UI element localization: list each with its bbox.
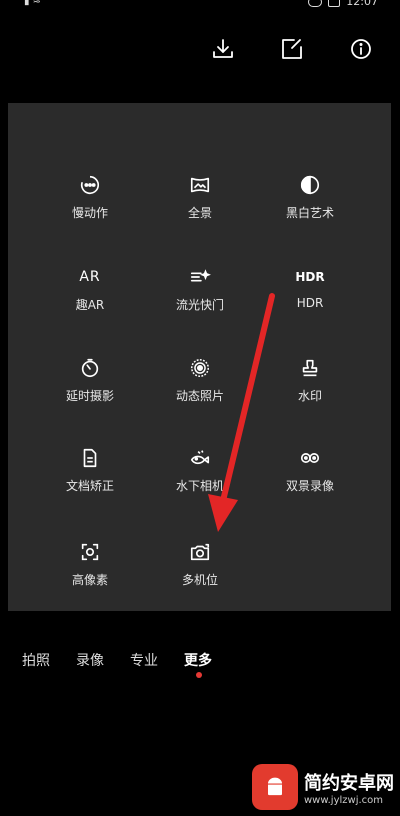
panorama-icon bbox=[187, 172, 213, 198]
status-bar: ▮ ≈ 12:07 bbox=[0, 0, 400, 10]
mode-label: 双景录像 bbox=[285, 479, 334, 493]
mode-label: 延时摄影 bbox=[65, 389, 114, 403]
document-icon bbox=[77, 445, 103, 471]
underwater-fish-icon bbox=[187, 445, 213, 471]
mode-moving-picture[interactable]: 动态照片 bbox=[145, 355, 255, 415]
ar-icon: AR bbox=[79, 269, 101, 285]
battery-icon bbox=[328, 0, 341, 7]
mode-label: 慢动作 bbox=[71, 206, 108, 220]
tab-video[interactable]: 录像 bbox=[76, 650, 104, 670]
watermark-url: www.jylzwj.com bbox=[304, 794, 384, 806]
mode-multi-camera[interactable]: 多机位 bbox=[145, 539, 255, 599]
timelapse-icon bbox=[77, 355, 103, 381]
mode-label: 文档矫正 bbox=[65, 479, 114, 493]
monochrome-icon bbox=[297, 172, 323, 198]
mode-label: 全景 bbox=[187, 206, 212, 220]
mode-label: 趣AR bbox=[75, 298, 105, 312]
mode-dual-view[interactable]: 双景录像 bbox=[255, 445, 365, 505]
dual-view-icon bbox=[297, 445, 323, 471]
mode-panorama[interactable]: 全景 bbox=[145, 172, 255, 232]
tab-photo[interactable]: 拍照 bbox=[22, 650, 50, 670]
mode-hdr[interactable]: HDR HDR bbox=[255, 264, 365, 324]
mode-monochrome[interactable]: 黑白艺术 bbox=[255, 172, 365, 232]
mode-underwater[interactable]: 水下相机 bbox=[145, 445, 255, 505]
mode-label: 流光快门 bbox=[175, 298, 224, 312]
download-icon[interactable] bbox=[210, 36, 236, 62]
watermark-title: 简约安卓网 bbox=[304, 772, 394, 794]
mode-label: 黑白艺术 bbox=[285, 206, 334, 220]
moving-picture-icon bbox=[187, 355, 213, 381]
modes-grid: 慢动作 全景 黑白艺术 AR 趣AR 流光快门 HDR HDR 延时摄影 动态照… bbox=[8, 103, 391, 611]
hdr-icon: HDR bbox=[295, 270, 325, 284]
tab-more[interactable]: 更多 bbox=[184, 650, 212, 670]
mode-label: HDR bbox=[296, 296, 324, 310]
mode-label: 高像素 bbox=[71, 573, 108, 587]
mode-high-res[interactable]: 高像素 bbox=[35, 539, 145, 599]
info-icon[interactable] bbox=[348, 36, 374, 62]
mode-label: 水下相机 bbox=[175, 479, 224, 493]
android-logo-icon bbox=[252, 764, 298, 810]
active-tab-indicator bbox=[196, 672, 202, 678]
camera-mode-tabs: 拍照 录像 专业 更多 bbox=[22, 650, 212, 670]
mode-watermark[interactable]: 水印 bbox=[255, 355, 365, 415]
site-watermark: 简约安卓网 www.jylzwj.com bbox=[252, 764, 394, 810]
mode-label: 水印 bbox=[297, 389, 322, 403]
mode-label: 动态照片 bbox=[175, 389, 224, 403]
mode-document[interactable]: 文档矫正 bbox=[35, 445, 145, 505]
status-left-icons: ▮ ≈ bbox=[24, 0, 42, 7]
watermark-stamp-icon bbox=[297, 355, 323, 381]
mode-ar[interactable]: AR 趣AR bbox=[35, 264, 145, 324]
mode-label: 多机位 bbox=[181, 573, 218, 587]
edit-icon[interactable] bbox=[279, 36, 305, 62]
tab-pro[interactable]: 专业 bbox=[130, 650, 158, 670]
slow-motion-icon bbox=[77, 172, 103, 198]
mode-slow-motion[interactable]: 慢动作 bbox=[35, 172, 145, 232]
status-right: 12:07 bbox=[308, 0, 378, 8]
more-modes-panel: 慢动作 全景 黑白艺术 AR 趣AR 流光快门 HDR HDR 延时摄影 动态照… bbox=[8, 103, 391, 611]
mode-light-painting[interactable]: 流光快门 bbox=[145, 264, 255, 324]
top-toolbar bbox=[210, 36, 374, 62]
hd-icon bbox=[308, 0, 323, 7]
status-time: 12:07 bbox=[346, 0, 378, 8]
high-res-icon bbox=[77, 539, 103, 565]
mode-timelapse[interactable]: 延时摄影 bbox=[35, 355, 145, 415]
light-painting-icon bbox=[187, 264, 213, 290]
multi-camera-icon bbox=[187, 539, 213, 565]
